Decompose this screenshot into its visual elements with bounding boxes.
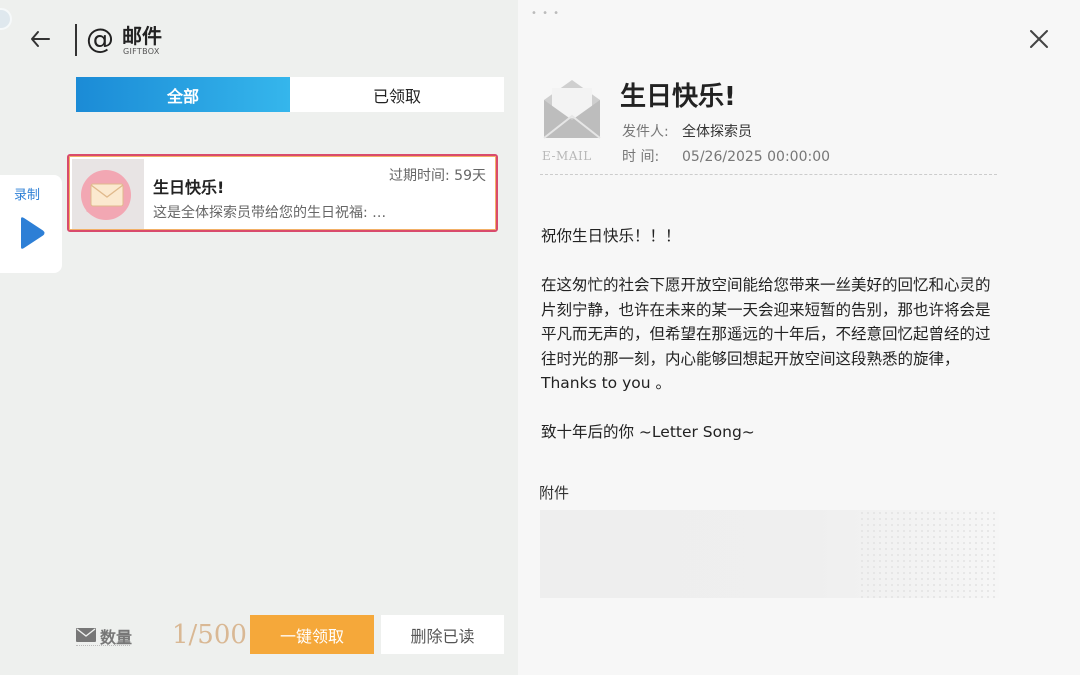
attachments-label: 附件: [539, 484, 570, 502]
page-title: 邮件: [122, 24, 162, 48]
tab-all[interactable]: 全部: [76, 77, 290, 112]
mail-count-value: 1/500: [172, 620, 247, 650]
mail-sender-row: 发件人: 全体探索员: [622, 121, 752, 141]
envelope-open-icon: [542, 76, 602, 144]
attachments-pattern: [859, 510, 999, 598]
mail-list-panel: @ 邮件 GIFTBOX 全部 已领取 录制 生日快乐! 过期时间: 59天 这…: [0, 0, 518, 675]
mail-body: 祝你生日快乐！！！ 在这匆忙的社会下愿开放空间能给您带来一丝美好的回忆和心灵的片…: [541, 224, 1001, 469]
drag-handle-icon[interactable]: • • •: [531, 8, 560, 19]
mail-detail-panel: • • • E-MAIL 生日快乐! 发件人: 全体探索员 时 间: 05/26/2…: [518, 0, 1080, 675]
delete-read-button[interactable]: 删除已读: [381, 615, 504, 654]
claim-all-button[interactable]: 一键领取: [250, 615, 374, 654]
mail-body-main: 在这匆忙的社会下愿开放空间能给您带来一丝美好的回忆和心灵的片刻宁静，也许在未来的…: [541, 276, 991, 392]
record-label: 录制: [14, 188, 41, 203]
envelope-icon: [81, 170, 131, 220]
avatar: [0, 8, 12, 30]
mail-count-icon: [76, 627, 96, 646]
mail-item-preview: 这是全体探索员带给您的生日祝福: …: [153, 205, 387, 221]
email-tag: E-MAIL: [542, 149, 592, 163]
header-divider: [75, 24, 77, 56]
mail-detail-title: 生日快乐!: [620, 82, 736, 112]
back-arrow-icon[interactable]: [28, 26, 54, 52]
mail-list-item[interactable]: 生日快乐! 过期时间: 59天 这是全体探索员带给您的生日祝福: …: [67, 154, 498, 232]
tab-claimed[interactable]: 已领取: [290, 77, 504, 112]
mail-at-icon: @: [86, 22, 114, 55]
mail-item-title: 生日快乐!: [153, 178, 225, 197]
mail-body-greeting: 祝你生日快乐！！！: [541, 227, 681, 245]
sender-value: 全体探索员: [682, 124, 752, 140]
mail-time-row: 时 间: 05/26/2025 00:00:00: [622, 146, 830, 166]
time-label: 时 间:: [622, 149, 660, 165]
record-button[interactable]: 录制: [0, 175, 62, 273]
play-icon: [18, 216, 46, 254]
count-decoration: [76, 645, 130, 649]
close-icon[interactable]: [1028, 28, 1050, 54]
attachments-area: [540, 510, 999, 598]
header-separator: [540, 174, 997, 175]
page-subtitle: GIFTBOX: [123, 47, 160, 56]
mail-body-signoff: 致十年后的你 ~Letter Song~: [541, 423, 755, 441]
time-value: 05/26/2025 00:00:00: [682, 149, 831, 165]
mail-item-expire: 过期时间: 59天: [389, 168, 486, 184]
mail-tabs: 全部 已领取: [76, 77, 504, 112]
sender-label: 发件人:: [622, 124, 669, 140]
mail-thumbnail: [72, 159, 144, 229]
